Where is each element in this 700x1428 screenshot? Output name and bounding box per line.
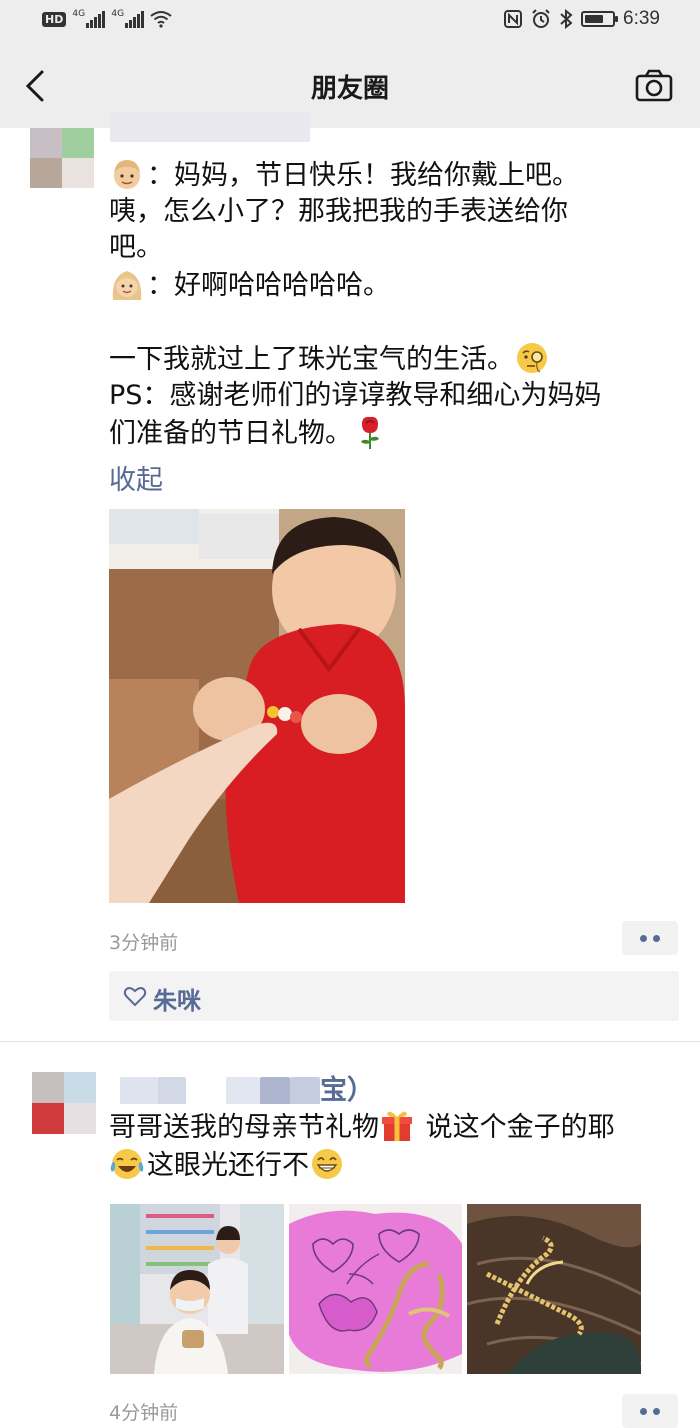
post-line: PS：感谢老师们的谆谆教导和细心为妈妈 xyxy=(109,380,602,411)
wifi-icon xyxy=(150,11,172,28)
photo-child-red-shirt xyxy=(109,509,405,903)
moment-post: 宝） 哥哥送我的母亲节礼物 说这个金子的耶 这眼光还行不 4分钟前 xyxy=(0,1042,700,1428)
post-line: ：好啊哈哈哈哈哈。 xyxy=(109,266,669,304)
monocle-face-emoji-icon xyxy=(517,343,547,373)
more-actions-button[interactable] xyxy=(622,1394,678,1428)
post-text: 哥哥送我的母亲节礼物 说这个金子的耶 这眼光还行不 xyxy=(109,1108,669,1184)
moment-post: ：妈妈，节日快乐！我给你戴上吧。 咦，怎么小了？那我把我的手表送给你 吧。 ：好… xyxy=(0,111,700,1040)
photo-hair-clip-card xyxy=(289,1204,462,1374)
rose-emoji-icon xyxy=(361,416,379,449)
post-photo[interactable] xyxy=(109,509,405,903)
hd-badge: HD xyxy=(42,11,67,27)
post-line: 哥哥送我的母亲节礼物 说这个金子的耶 xyxy=(109,1108,669,1146)
post-line: 这眼光还行不 xyxy=(109,1146,669,1184)
nfc-icon xyxy=(504,10,523,28)
alarm-icon xyxy=(532,9,550,28)
gift-emoji-icon xyxy=(382,1111,412,1141)
post-line: 咦，怎么小了？那我把我的手表送给你 xyxy=(109,196,568,227)
liker-name[interactable]: 朱咪 xyxy=(153,981,201,1016)
clock: 6:39 xyxy=(623,8,660,29)
camera-button[interactable] xyxy=(632,64,676,108)
post-photo[interactable] xyxy=(289,1204,462,1374)
avatar[interactable] xyxy=(30,128,94,188)
nickname-obscured[interactable] xyxy=(110,110,390,146)
crying-laughing-emoji-icon xyxy=(110,1149,144,1179)
signal-icon: 4G xyxy=(111,9,145,28)
likes-bar: 朱咪 xyxy=(109,971,679,1021)
more-actions-button[interactable] xyxy=(622,921,678,955)
page-title: 朋友圈 xyxy=(310,74,389,104)
post-line: ：妈妈，节日快乐！我给你戴上吧。 xyxy=(109,156,669,194)
status-right: 6:39 xyxy=(503,8,660,30)
nickname[interactable]: 宝） xyxy=(120,1068,420,1104)
status-bar: HD 4G 4G 6:39 xyxy=(0,0,700,44)
boy-emoji-icon xyxy=(114,160,140,189)
post-text: ：妈妈，节日快乐！我给你戴上吧。 咦，怎么小了？那我把我的手表送给你 吧。 ：好… xyxy=(109,156,669,452)
post-line: 们准备的节日礼物。 xyxy=(109,414,669,452)
woman-emoji-icon xyxy=(112,271,142,300)
post-time: 3分钟前 xyxy=(109,932,179,954)
photo-hair-clip-worn xyxy=(467,1204,641,1374)
post-line: 吧。 xyxy=(109,232,163,263)
photo-children-in-store xyxy=(110,1204,284,1374)
post-photo[interactable] xyxy=(467,1204,641,1374)
grinning-face-emoji-icon xyxy=(312,1149,342,1179)
status-left: HD 4G 4G xyxy=(42,9,172,28)
avatar[interactable] xyxy=(32,1072,96,1134)
post-line: 一下我就过上了珠光宝气的生活。 xyxy=(109,340,669,378)
collapse-link[interactable]: 收起 xyxy=(109,458,163,497)
post-photo[interactable] xyxy=(110,1204,284,1374)
bluetooth-icon xyxy=(560,9,573,29)
signal-icon: 4G xyxy=(72,9,106,28)
heart-icon xyxy=(123,987,147,1007)
post-time: 4分钟前 xyxy=(109,1402,179,1424)
battery-icon xyxy=(581,11,619,27)
post-line xyxy=(109,304,669,340)
